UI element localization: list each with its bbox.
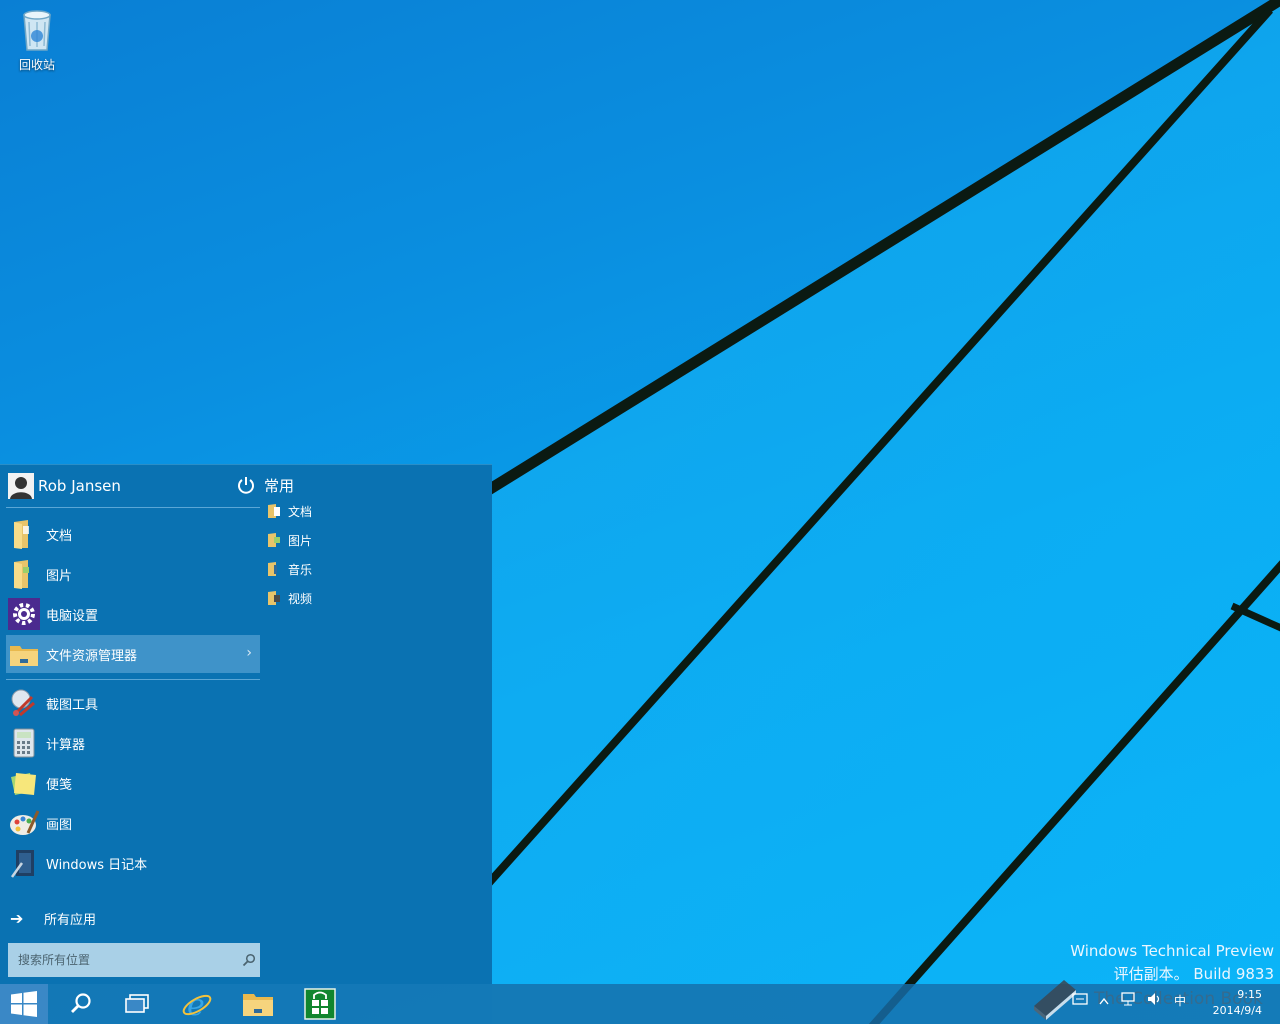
documents-folder-icon: [14, 520, 29, 549]
start-item-label: 便笺: [46, 777, 73, 793]
show-hidden-icons-chevron-up-icon[interactable]: [1099, 994, 1109, 1008]
search-icon: [71, 993, 91, 1013]
user-name: Rob Jansen: [38, 477, 121, 495]
network-icon[interactable]: [1120, 992, 1136, 1009]
taskbar-store[interactable]: [291, 984, 349, 1024]
clock[interactable]: 9:15 2014/9/4: [1213, 987, 1262, 1019]
start-item-windows-journal[interactable]: Windows 日记本: [6, 844, 260, 882]
start-item-label: 文档: [46, 528, 73, 544]
frequent-item-label: 视频: [288, 591, 313, 606]
action-center-icon[interactable]: [1072, 993, 1088, 1008]
snipping-tool-icon: [11, 689, 35, 717]
journal-icon: [10, 850, 34, 878]
frequent-item-videos[interactable]: 视频: [266, 587, 312, 609]
frequent-item-pictures[interactable]: 图片: [266, 529, 312, 551]
frequent-heading: 常用: [264, 477, 295, 495]
start-item-calculator[interactable]: 计算器: [6, 724, 260, 762]
ime-indicator[interactable]: 中: [1174, 992, 1186, 1009]
start-item-label: 电脑设置: [46, 608, 99, 624]
start-item-label: Windows 日记本: [46, 857, 148, 873]
book-icon: [1034, 980, 1076, 1020]
start-item-paint[interactable]: 画图: [6, 804, 260, 842]
start-item-sticky-notes[interactable]: 便笺: [6, 764, 260, 802]
taskbar-file-explorer[interactable]: [229, 984, 287, 1024]
arrow-right-icon: ➔: [10, 908, 24, 928]
divider: [6, 679, 260, 680]
clock-time: 9:15: [1237, 988, 1262, 1001]
frequent-item-music[interactable]: 音乐: [266, 558, 312, 580]
search-icon[interactable]: [242, 953, 256, 967]
frequent-item-label: 文档: [288, 504, 313, 519]
power-icon[interactable]: [236, 475, 256, 495]
start-item-label: 截图工具: [46, 697, 99, 713]
frequent-item-label: 图片: [288, 533, 313, 548]
start-item-file-explorer[interactable]: 文件资源管理器 ›: [6, 635, 260, 673]
all-apps-button[interactable]: ➔ 所有应用: [10, 907, 96, 929]
sticky-notes-icon: [11, 773, 36, 795]
gear-icon: [8, 598, 40, 630]
file-explorer-icon: [10, 646, 38, 666]
divider: [6, 507, 260, 508]
start-item-label: 计算器: [46, 737, 86, 753]
task-view-button[interactable]: [108, 984, 166, 1024]
pictures-folder-icon: [14, 560, 29, 589]
calculator-icon: [13, 728, 35, 758]
internet-explorer-icon: e: [182, 988, 212, 1020]
store-icon: [304, 988, 336, 1020]
start-item-documents[interactable]: 文档: [6, 515, 260, 553]
task-view-icon: [125, 994, 149, 1013]
start-item-snipping-tool[interactable]: 截图工具: [6, 684, 260, 722]
taskbar-internet-explorer[interactable]: e: [168, 984, 226, 1024]
frequent-item-documents[interactable]: 文档: [266, 500, 312, 522]
all-apps-label: 所有应用: [44, 912, 97, 928]
start-menu: Rob Jansen 文档 图片 电脑设置 文件资源管理器 › 截图工具 计算器…: [0, 464, 492, 984]
start-item-label: 图片: [46, 568, 73, 584]
system-tray: 中: [1072, 992, 1186, 1009]
frequent-item-label: 音乐: [288, 562, 313, 577]
pictures-icon: [268, 533, 280, 547]
recycle-bin-label: 回收站: [18, 58, 55, 72]
start-item-label: 画图: [46, 817, 73, 833]
start-item-pc-settings[interactable]: 电脑设置: [6, 595, 260, 633]
search-box[interactable]: [8, 943, 260, 977]
chevron-right-icon[interactable]: ›: [246, 645, 252, 661]
music-icon: [268, 562, 277, 576]
recycle-bin[interactable]: 回收站: [10, 6, 64, 73]
start-item-label: 文件资源管理器: [46, 648, 138, 664]
volume-icon[interactable]: [1147, 992, 1163, 1009]
file-explorer-icon: [243, 994, 273, 1016]
clock-date: 2014/9/4: [1212, 1004, 1262, 1017]
recycle-bin-icon: [23, 10, 51, 51]
user-account[interactable]: Rob Jansen: [8, 473, 121, 499]
start-item-pictures[interactable]: 图片: [6, 555, 260, 593]
paint-palette-icon: [10, 810, 40, 835]
start-button[interactable]: [0, 984, 48, 1024]
windows-start-icon: [11, 991, 37, 1017]
documents-icon: [268, 504, 280, 518]
user-avatar-icon: [8, 473, 34, 499]
watermark-line-1: Windows Technical Preview: [1070, 942, 1274, 960]
search-input[interactable]: [18, 953, 234, 967]
videos-icon: [268, 591, 280, 605]
taskbar-search-button[interactable]: [52, 984, 110, 1024]
